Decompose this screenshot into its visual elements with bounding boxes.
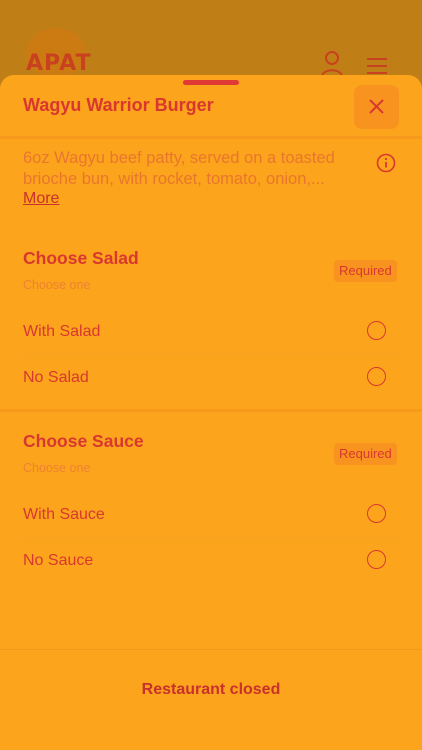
footer-divider (0, 649, 422, 650)
group-subtitle: Choose one (23, 278, 91, 292)
more-link[interactable]: More (23, 190, 59, 208)
info-icon[interactable] (376, 153, 396, 178)
option-label: With Salad (23, 323, 101, 340)
product-description: 6oz Wagyu beef patty, served on a toaste… (23, 148, 373, 190)
option-no-salad[interactable]: No Salad (23, 355, 399, 401)
header-divider (0, 136, 422, 139)
product-title: Wagyu Warrior Burger (23, 95, 214, 115)
group-subtitle: Choose one (23, 461, 91, 475)
description-line: 6oz Wagyu beef patty, served on a toaste… (23, 149, 335, 167)
close-button[interactable] (354, 85, 399, 129)
option-label: With Sauce (23, 506, 105, 523)
group-title: Choose Sauce (23, 431, 144, 451)
restaurant-closed-button[interactable]: Restaurant closed (0, 681, 422, 699)
app-logo: APAT (26, 51, 92, 76)
sheet-header: Wagyu Warrior Burger (0, 85, 422, 136)
radio-button[interactable] (367, 367, 386, 386)
radio-button[interactable] (367, 550, 386, 569)
option-with-sauce[interactable]: With Sauce (23, 492, 399, 538)
section-divider (0, 409, 422, 412)
product-sheet: Wagyu Warrior Burger 6oz Wagyu beef patt… (0, 75, 422, 750)
option-with-salad[interactable]: With Salad (23, 309, 399, 355)
description-line: brioche bun, with rocket, tomato, onion,… (23, 170, 325, 188)
option-label: No Sauce (23, 552, 94, 569)
radio-button[interactable] (367, 504, 386, 523)
group-title: Choose Salad (23, 248, 139, 268)
required-badge: Required (334, 260, 397, 282)
radio-button[interactable] (367, 321, 386, 340)
close-icon (369, 99, 384, 114)
required-badge: Required (334, 443, 397, 465)
option-label: No Salad (23, 369, 89, 386)
option-no-sauce[interactable]: No Sauce (23, 538, 399, 584)
sheet-grabber[interactable] (183, 80, 239, 85)
